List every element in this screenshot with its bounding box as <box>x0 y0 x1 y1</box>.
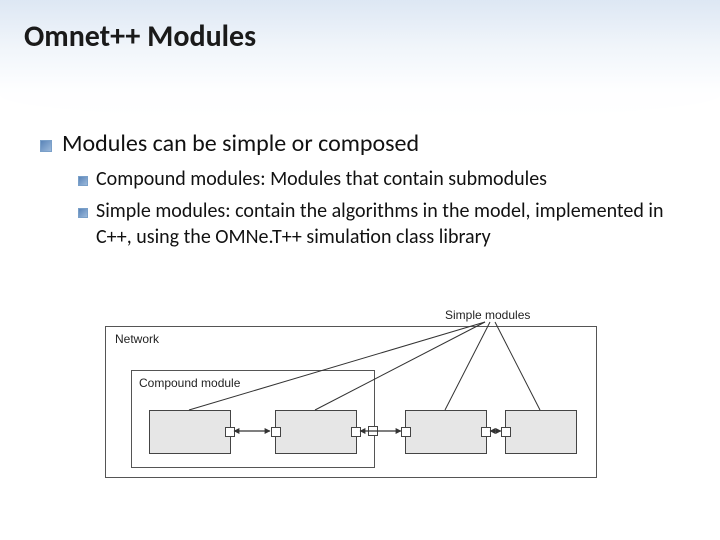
bullet-main-text: Modules can be simple or composed <box>62 128 419 160</box>
bullet-sub-1-text: Compound modules: Modules that contain s… <box>96 166 547 192</box>
slide-title: Omnet++ Modules <box>24 18 256 55</box>
diagram-connectors <box>105 310 595 500</box>
bullet-square-icon <box>40 140 52 152</box>
content-area: Modules can be simple or composed Compou… <box>40 128 680 256</box>
bullet-square-icon <box>78 208 88 218</box>
module-diagram: Simple modules Network Compound module <box>105 310 595 500</box>
bullet-main: Modules can be simple or composed <box>40 128 680 160</box>
bullet-sub-2: Simple modules: contain the algorithms i… <box>78 198 680 250</box>
bullet-sub-2-text: Simple modules: contain the algorithms i… <box>96 198 680 250</box>
bullet-sub-1: Compound modules: Modules that contain s… <box>78 166 680 192</box>
bullet-square-icon <box>78 176 88 186</box>
